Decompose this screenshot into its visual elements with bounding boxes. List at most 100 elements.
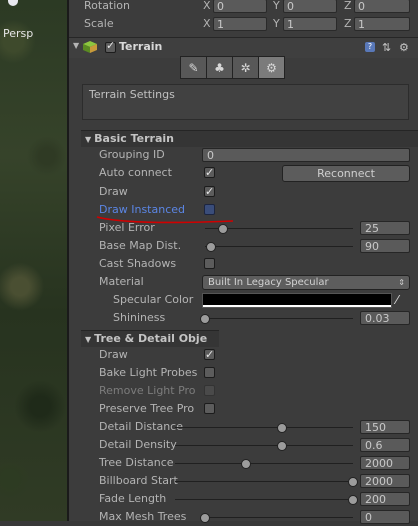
rotation-row: Rotation X 0 Y 0 Z 0: [69, 0, 418, 15]
billboard-start-row: Billboard Start 2000: [69, 472, 418, 490]
fade-length-row: Fade Length 200: [69, 490, 418, 508]
fade-length-slider-track[interactable]: [175, 499, 353, 500]
draw-label: Draw: [99, 185, 128, 198]
grouping-id-field[interactable]: 0: [202, 148, 410, 162]
tree-detail-title: Tree & Detail Obje: [94, 332, 208, 345]
bake-light-probes-row: Bake Light Probes: [69, 364, 418, 382]
inspector-panel: Rotation X 0 Y 0 Z 0 Scale X 1 Y 1 Z 1 ▼…: [69, 0, 418, 524]
pixel-error-field[interactable]: 25: [360, 221, 410, 235]
detail-density-label: Detail Density: [99, 438, 177, 451]
tree-draw-row: Draw: [69, 346, 418, 364]
pixel-error-label: Pixel Error: [99, 221, 155, 234]
draw-checkbox[interactable]: [204, 183, 215, 201]
rotation-y-axis: Y: [273, 0, 280, 12]
rotation-y-field[interactable]: 0: [283, 0, 337, 13]
basic-terrain-title: Basic Terrain: [94, 132, 175, 145]
fade-length-field[interactable]: 200: [360, 492, 410, 506]
perspective-label[interactable]: Persp: [3, 27, 33, 40]
specular-color-label: Specular Color: [113, 293, 194, 306]
gear-icon[interactable]: ⚙: [399, 41, 409, 54]
detail-density-slider-thumb[interactable]: [276, 441, 287, 451]
terrain-component-header[interactable]: ▼ Terrain ? ⇅ ⚙: [69, 37, 418, 58]
preserve-tree-checkbox[interactable]: [204, 403, 215, 414]
basic-terrain-header[interactable]: ▼ Basic Terrain: [81, 130, 418, 147]
foldout-arrow-icon[interactable]: ▼: [73, 41, 79, 50]
grouping-id-row: Grouping ID 0: [69, 146, 418, 164]
scale-x-axis: X: [203, 17, 211, 30]
detail-distance-slider-thumb[interactable]: [276, 423, 287, 433]
base-map-slider-thumb[interactable]: [205, 242, 216, 252]
tree-distance-row: Tree Distance 2000: [69, 454, 418, 472]
billboard-start-slider-thumb[interactable]: [348, 477, 358, 487]
tree-distance-slider-thumb[interactable]: [241, 459, 252, 469]
cast-shadows-label: Cast Shadows: [99, 257, 177, 270]
rotation-z-field[interactable]: 0: [354, 0, 410, 13]
material-dropdown-value: Built In Legacy Specular: [208, 277, 329, 288]
tree-draw-label: Draw: [99, 348, 128, 361]
material-row: Material Built In Legacy Specular ⇕: [69, 273, 418, 291]
component-title: Terrain: [119, 40, 163, 53]
cast-shadows-row: Cast Shadows: [69, 255, 418, 273]
auto-connect-row: Auto connect Reconnect: [69, 164, 418, 182]
detail-density-slider-track[interactable]: [175, 445, 353, 446]
detail-icon[interactable]: ✲: [232, 56, 259, 79]
detail-distance-label: Detail Distance: [99, 420, 183, 433]
pixel-error-row: Pixel Error 25: [69, 219, 418, 237]
rotation-x-axis: X: [203, 0, 211, 12]
tree-icon[interactable]: ♣: [206, 56, 233, 79]
base-map-slider-track[interactable]: [205, 246, 353, 247]
scale-row: Scale X 1 Y 1 Z 1: [69, 15, 418, 33]
terrain-cube-icon: [83, 41, 97, 53]
billboard-start-slider-track[interactable]: [175, 481, 353, 482]
detail-density-field[interactable]: 0.6: [360, 438, 410, 452]
bake-light-probes-checkbox[interactable]: [204, 367, 215, 378]
shininess-slider-thumb[interactable]: [200, 314, 210, 324]
tree-detail-header[interactable]: ▼ Tree & Detail Obje: [81, 330, 219, 347]
shininess-row: Shininess 0.03: [69, 309, 418, 327]
terrain-settings-title: Terrain Settings: [89, 88, 175, 101]
dropdown-arrow-icon: ⇕: [398, 278, 405, 287]
terrain-settings-box: Terrain Settings: [82, 84, 409, 120]
detail-distance-field[interactable]: 150: [360, 420, 410, 434]
scene-view[interactable]: Persp: [0, 0, 67, 521]
max-mesh-trees-slider-thumb[interactable]: [200, 513, 210, 523]
tree-distance-label: Tree Distance: [99, 456, 174, 469]
scale-z-field[interactable]: 1: [354, 17, 410, 31]
material-dropdown[interactable]: Built In Legacy Specular ⇕: [202, 275, 410, 290]
tree-draw-checkbox[interactable]: [204, 346, 215, 364]
specular-color-field[interactable]: [202, 293, 392, 308]
foldout-arrow-icon[interactable]: ▼: [85, 335, 91, 344]
detail-distance-slider-track[interactable]: [175, 427, 353, 428]
terrain-enabled-checkbox[interactable]: [105, 39, 116, 53]
max-mesh-trees-row: Max Mesh Trees 0: [69, 508, 418, 526]
draw-row: Draw: [69, 183, 418, 201]
scale-y-field[interactable]: 1: [283, 17, 337, 31]
shininess-field[interactable]: 0.03: [360, 311, 410, 325]
auto-connect-checkbox[interactable]: [204, 164, 215, 182]
remove-light-probes-checkbox[interactable]: [204, 385, 215, 396]
shininess-slider-track[interactable]: [205, 318, 353, 319]
fade-length-label: Fade Length: [99, 492, 167, 505]
max-mesh-trees-slider-track[interactable]: [205, 517, 353, 518]
tree-distance-slider-track[interactable]: [175, 463, 353, 464]
detail-distance-row: Detail Distance 150: [69, 418, 418, 436]
reconnect-button[interactable]: Reconnect: [282, 165, 410, 182]
billboard-start-field[interactable]: 2000: [360, 474, 410, 488]
scene-gizmo-icon[interactable]: [8, 0, 18, 6]
fade-length-slider-thumb[interactable]: [348, 495, 358, 505]
scale-x-field[interactable]: 1: [213, 17, 267, 31]
base-map-field[interactable]: 90: [360, 239, 410, 253]
tree-distance-field[interactable]: 2000: [360, 456, 410, 470]
preset-icon[interactable]: ⇅: [382, 41, 391, 54]
max-mesh-trees-field[interactable]: 0: [360, 510, 410, 524]
material-label: Material: [99, 275, 144, 288]
pixel-error-slider-thumb[interactable]: [217, 224, 228, 234]
settings-gear-icon[interactable]: ⚙: [258, 56, 285, 79]
paint-brush-icon[interactable]: ✎: [180, 56, 207, 79]
scale-label: Scale: [84, 17, 114, 30]
foldout-arrow-icon[interactable]: ▼: [85, 135, 91, 144]
cast-shadows-checkbox[interactable]: [204, 258, 215, 269]
rotation-x-field[interactable]: 0: [213, 0, 267, 13]
help-icon[interactable]: ?: [365, 42, 375, 52]
eyedropper-icon[interactable]: ⁄: [396, 291, 398, 309]
